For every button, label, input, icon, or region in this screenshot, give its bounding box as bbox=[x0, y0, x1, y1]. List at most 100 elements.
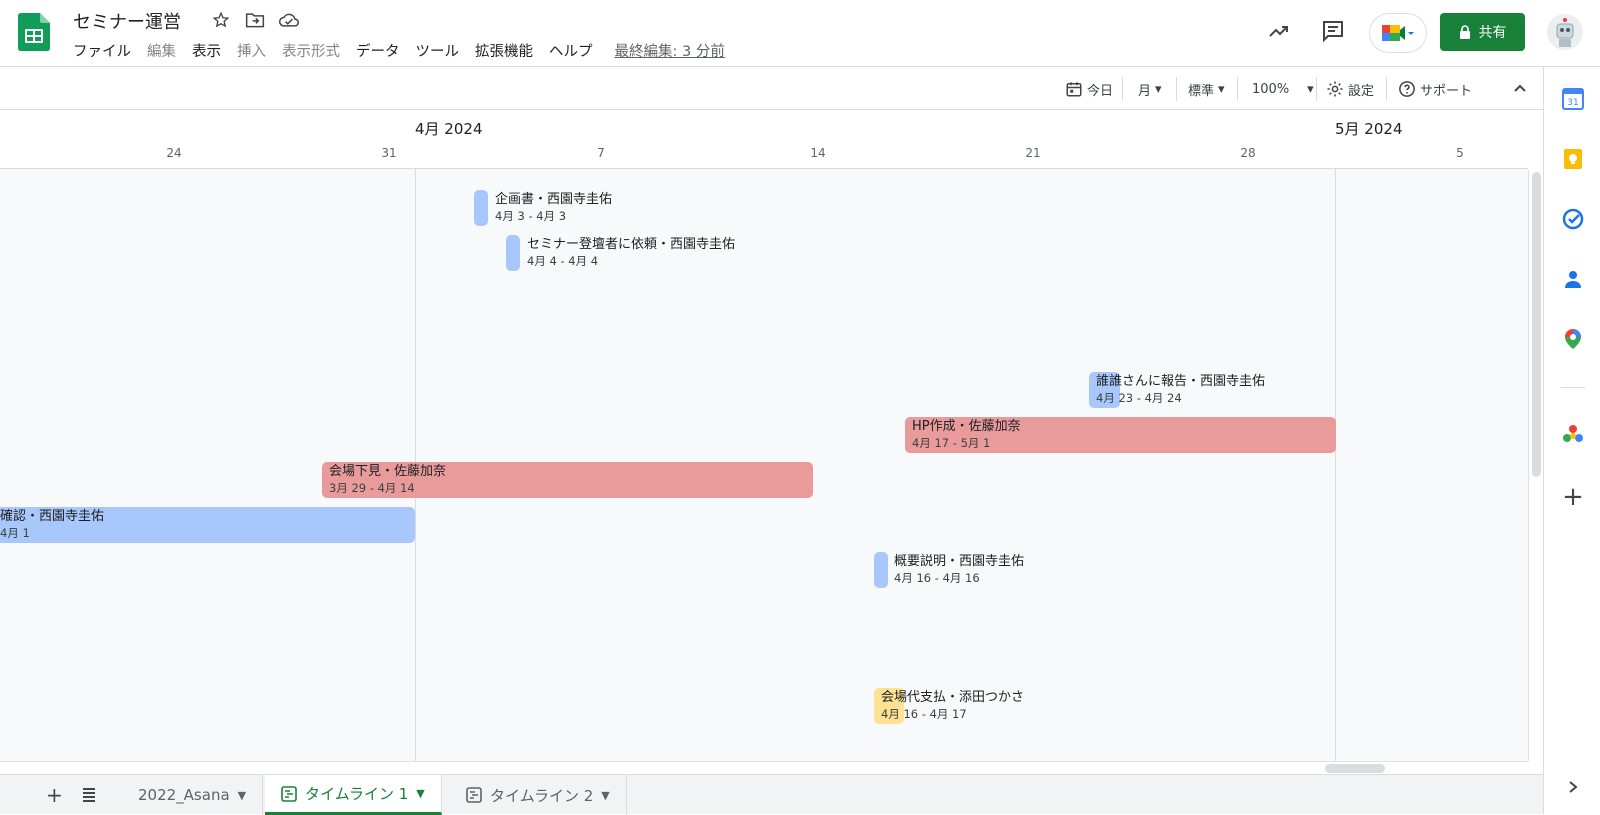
week-label: 31 bbox=[381, 146, 397, 160]
activity-trend-icon[interactable] bbox=[1259, 11, 1299, 51]
sheet-tab[interactable]: タイムライン 2 ▼ bbox=[450, 775, 627, 815]
task-label: セミナー登壇者に依頼・西園寺圭佑 4月 4 - 4月 4 bbox=[527, 237, 735, 269]
task-dates: 4月 1 bbox=[0, 526, 30, 540]
contacts-icon[interactable] bbox=[1561, 267, 1585, 291]
task-dates: 4月 3 - 4月 3 bbox=[495, 209, 567, 223]
today-label: 今日 bbox=[1087, 83, 1114, 99]
task-bar[interactable] bbox=[874, 552, 888, 588]
task-bar[interactable] bbox=[506, 235, 520, 271]
calendar-icon[interactable]: 31 bbox=[1561, 87, 1585, 111]
chevron-down-icon: ▾ bbox=[1307, 81, 1314, 97]
share-button[interactable]: 共有 bbox=[1440, 13, 1525, 51]
today-button[interactable]: 今日 bbox=[1065, 77, 1113, 101]
support-label: サポート bbox=[1420, 83, 1473, 99]
scroll-thumb[interactable] bbox=[1325, 764, 1385, 773]
task-title: 確認・西園寺圭佑 bbox=[0, 509, 105, 524]
menu-file[interactable]: ファイル bbox=[73, 40, 131, 61]
sheet-tabs-bar: + 2022_Asana ▼ タイムライン 1 ▼ タイムライン 2 ▼ bbox=[0, 774, 1543, 815]
task-dates: 4月 23 - 4月 24 bbox=[1096, 391, 1182, 405]
menu-bar: ファイル 編集 表示 挿入 表示形式 データ ツール 拡張機能 ヘルプ 最終編集… bbox=[73, 40, 741, 61]
add-sheet-icon[interactable]: + bbox=[46, 783, 63, 807]
comments-icon[interactable] bbox=[1313, 11, 1353, 51]
meet-button[interactable] bbox=[1369, 13, 1427, 53]
week-label: 7 bbox=[597, 146, 605, 160]
task-label: 会場代支払・添田つかさ 4月 16 - 4月 17 bbox=[881, 690, 1024, 722]
share-label: 共有 bbox=[1478, 25, 1507, 41]
horizontal-scrollbar[interactable] bbox=[0, 761, 1528, 774]
task-title: HP作成・佐藤加奈 bbox=[912, 419, 1021, 434]
star-icon[interactable] bbox=[210, 8, 232, 32]
view-select[interactable]: 月 ▾ bbox=[1138, 77, 1162, 101]
density-select[interactable]: 標準 ▾ bbox=[1188, 77, 1225, 101]
menu-help[interactable]: ヘルプ bbox=[549, 40, 593, 61]
task-label: HP作成・佐藤加奈 4月 17 - 5月 1 bbox=[912, 419, 1021, 451]
menu-tools[interactable]: ツール bbox=[416, 40, 460, 61]
timeline-toolbar: 今日 月 ▾ 標準 ▾ 100% ▾ 設定 サポート bbox=[0, 67, 1543, 110]
task-title: 企画書・西園寺圭佑 bbox=[495, 192, 613, 207]
keep-icon[interactable] bbox=[1561, 147, 1585, 171]
last-edit-link[interactable]: 最終編集: 3 分前 bbox=[615, 40, 725, 61]
account-avatar[interactable] bbox=[1547, 14, 1583, 50]
task-dates: 4月 16 - 4月 17 bbox=[881, 707, 967, 721]
add-icon[interactable]: + bbox=[1561, 482, 1585, 512]
task-label: 確認・西園寺圭佑 4月 1 bbox=[0, 509, 104, 541]
week-label: 5 bbox=[1456, 146, 1464, 160]
month-label-april: 4月 2024 bbox=[415, 120, 483, 138]
menu-insert[interactable]: 挿入 bbox=[237, 40, 266, 61]
menu-view[interactable]: 表示 bbox=[192, 40, 221, 61]
task-title: 会場下見・佐藤加奈 bbox=[329, 464, 447, 479]
week-label: 28 bbox=[1240, 146, 1256, 160]
chevron-down-icon[interactable]: ▼ bbox=[238, 789, 246, 802]
menu-format[interactable]: 表示形式 bbox=[282, 40, 340, 61]
timeline-icon bbox=[466, 787, 482, 803]
view-value: 月 bbox=[1138, 83, 1152, 99]
timeline-icon bbox=[281, 785, 297, 802]
side-panel: 31 + bbox=[1543, 67, 1600, 814]
addon-icon[interactable] bbox=[1561, 423, 1585, 447]
sheet-tab-label: 2022_Asana bbox=[138, 786, 230, 804]
task-title: 誰誰さんに報告・西園寺圭佑 bbox=[1096, 374, 1266, 389]
cloud-status-icon[interactable] bbox=[278, 8, 300, 32]
task-dates: 4月 16 - 4月 16 bbox=[894, 571, 980, 585]
month-label-may: 5月 2024 bbox=[1335, 120, 1403, 138]
density-value: 標準 bbox=[1188, 83, 1215, 99]
zoom-select[interactable]: 100% ▾ bbox=[1252, 77, 1314, 101]
collapse-toolbar-icon[interactable] bbox=[1512, 77, 1528, 101]
menu-data[interactable]: データ bbox=[356, 40, 400, 61]
app-header: セミナー運営 ファイル 編集 表示 挿入 表示形式 データ ツール 拡張機能 ヘ… bbox=[0, 0, 1600, 67]
task-label: 会場下見・佐藤加奈 3月 29 - 4月 14 bbox=[329, 464, 446, 496]
sheet-tab-label: タイムライン 1 bbox=[305, 785, 409, 803]
sheet-tab-label: タイムライン 2 bbox=[490, 786, 594, 805]
svg-text:31: 31 bbox=[1567, 98, 1578, 108]
settings-button[interactable]: 設定 bbox=[1326, 77, 1374, 101]
task-bar[interactable] bbox=[474, 190, 488, 226]
task-dates: 4月 4 - 4月 4 bbox=[527, 254, 599, 268]
sheets-logo-icon[interactable] bbox=[18, 13, 50, 51]
move-folder-icon[interactable] bbox=[244, 8, 266, 32]
vertical-scrollbar[interactable] bbox=[1528, 170, 1543, 761]
task-title: セミナー登壇者に依頼・西園寺圭佑 bbox=[527, 237, 736, 252]
support-button[interactable]: サポート bbox=[1398, 77, 1472, 101]
tasks-icon[interactable] bbox=[1561, 207, 1585, 231]
calendar-today-icon bbox=[1066, 82, 1082, 97]
task-label: 企画書・西園寺圭佑 4月 3 - 4月 3 bbox=[495, 192, 612, 224]
chevron-right-icon[interactable] bbox=[1561, 775, 1585, 799]
month-divider bbox=[1335, 169, 1336, 761]
chevron-down-icon: ▾ bbox=[1218, 81, 1225, 97]
task-title: 概要説明・西園寺圭佑 bbox=[894, 554, 1025, 569]
document-title[interactable]: セミナー運営 bbox=[73, 8, 181, 34]
task-dates: 4月 17 - 5月 1 bbox=[912, 436, 991, 450]
menu-extensions[interactable]: 拡張機能 bbox=[475, 40, 533, 61]
week-label: 21 bbox=[1025, 146, 1041, 160]
task-title: 会場代支払・添田つかさ bbox=[881, 690, 1025, 705]
menu-edit[interactable]: 編集 bbox=[147, 40, 176, 61]
sheet-tab-active[interactable]: タイムライン 1 ▼ bbox=[265, 775, 442, 815]
chevron-down-icon[interactable]: ▼ bbox=[601, 789, 609, 802]
gear-icon bbox=[1327, 81, 1343, 97]
maps-icon[interactable] bbox=[1561, 327, 1585, 351]
timeline-header: 4月 2024 5月 2024 24 31 7 14 21 28 5 bbox=[0, 110, 1528, 169]
chevron-down-icon[interactable]: ▼ bbox=[416, 787, 424, 800]
all-sheets-icon[interactable] bbox=[81, 786, 97, 806]
scroll-thumb[interactable] bbox=[1532, 172, 1541, 477]
sheet-tab[interactable]: 2022_Asana ▼ bbox=[122, 775, 264, 815]
